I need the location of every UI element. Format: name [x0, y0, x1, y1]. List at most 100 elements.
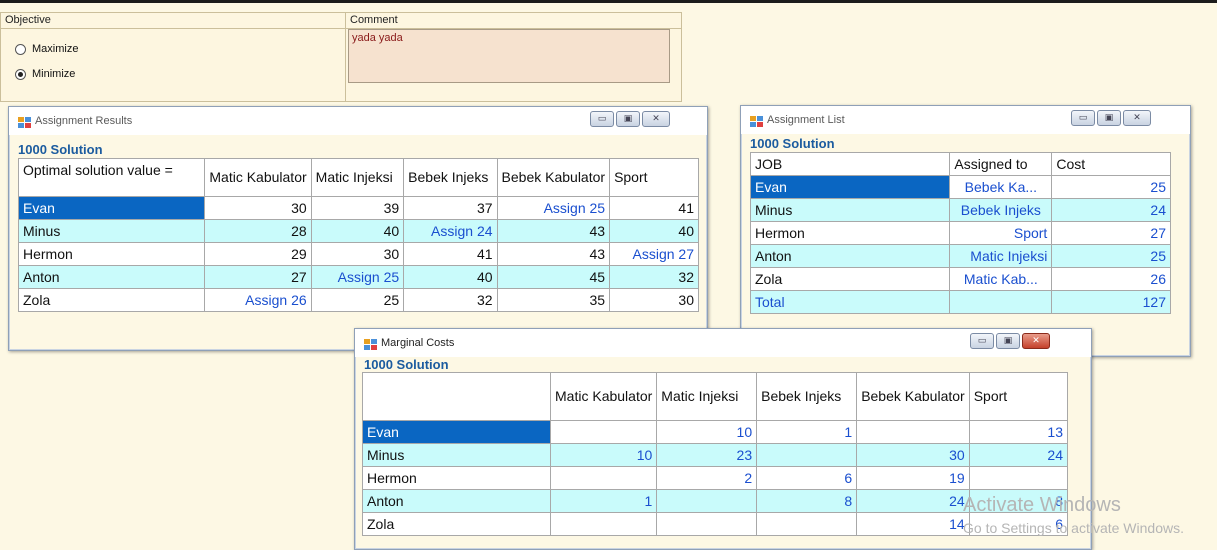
row-header[interactable]: Zola — [361, 512, 552, 536]
assigned-cell[interactable]: Bebek Injeks — [949, 198, 1053, 222]
minimize-radio[interactable] — [15, 68, 26, 80]
column-header[interactable]: Matic Injeksi — [656, 372, 758, 421]
table-cell[interactable] — [856, 420, 970, 444]
row-header[interactable]: Evan — [361, 420, 552, 444]
table-cell[interactable]: 23 — [656, 443, 758, 467]
table-cell[interactable]: 40 — [310, 219, 405, 243]
cost-cell[interactable]: 24 — [1051, 198, 1171, 222]
column-header[interactable]: Matic Kabulator — [204, 158, 312, 197]
table-cell[interactable]: 30 — [856, 443, 970, 467]
row-header[interactable]: Hermon — [17, 242, 206, 266]
column-header[interactable]: Bebek Kabulator — [856, 372, 970, 421]
table-cell[interactable] — [656, 512, 758, 536]
table-cell[interactable]: 19 — [856, 466, 970, 490]
table-cell[interactable]: 32 — [609, 265, 699, 289]
assign-cell[interactable]: Assign 24 — [403, 219, 498, 243]
minimize-button[interactable]: ▭ — [590, 111, 614, 127]
table-cell[interactable] — [550, 512, 658, 536]
marginal-costs-titlebar[interactable]: Marginal Costs ▭ ▣ ✕ — [355, 329, 1091, 357]
assigned-cell[interactable]: Matic Injeksi — [949, 244, 1053, 268]
cost-cell[interactable]: 25 — [1051, 175, 1171, 199]
assigned-cell[interactable]: Matic Kab... — [949, 267, 1053, 291]
table-cell[interactable]: 14 — [856, 512, 970, 536]
column-header[interactable]: Bebek Kabulator — [496, 158, 611, 197]
minimize-option[interactable]: Minimize — [15, 68, 75, 80]
close-button[interactable]: ✕ — [642, 111, 670, 127]
minimize-button[interactable]: ▭ — [970, 333, 994, 349]
column-header[interactable]: Matic Kabulator — [550, 372, 658, 421]
job-cell[interactable]: Hermon — [749, 221, 951, 245]
table-cell[interactable] — [968, 466, 1069, 490]
minimize-button[interactable]: ▭ — [1071, 110, 1095, 126]
job-cell[interactable]: Evan — [749, 175, 951, 199]
column-header[interactable]: Bebek Injeks — [403, 158, 498, 197]
table-cell[interactable]: 24 — [968, 443, 1069, 467]
table-cell[interactable]: 40 — [609, 219, 699, 243]
row-header[interactable]: Minus — [17, 219, 206, 243]
table-cell[interactable] — [550, 420, 658, 444]
job-cell[interactable]: Zola — [749, 267, 951, 291]
maximize-button[interactable]: ▣ — [616, 111, 640, 127]
row-header[interactable]: Anton — [17, 265, 206, 289]
table-cell[interactable]: 41 — [609, 196, 699, 220]
table-cell[interactable] — [550, 466, 658, 490]
table-cell[interactable]: 13 — [968, 420, 1069, 444]
row-header[interactable]: Hermon — [361, 466, 552, 490]
close-button[interactable]: ✕ — [1123, 110, 1151, 126]
row-header[interactable]: Zola — [17, 288, 206, 312]
table-cell[interactable]: 43 — [496, 242, 611, 266]
table-cell[interactable]: 25 — [310, 288, 405, 312]
table-cell[interactable]: 32 — [403, 288, 498, 312]
column-header[interactable]: Cost — [1051, 152, 1171, 176]
job-cell[interactable]: Minus — [749, 198, 951, 222]
table-cell[interactable]: 40 — [403, 265, 498, 289]
table-cell[interactable]: 41 — [403, 242, 498, 266]
table-cell[interactable]: 37 — [403, 196, 498, 220]
table-cell[interactable]: 39 — [310, 196, 405, 220]
table-cell[interactable]: 2 — [656, 466, 758, 490]
row-header[interactable]: Evan — [17, 196, 206, 220]
table-cell[interactable]: 29 — [204, 242, 312, 266]
table-cell[interactable]: 10 — [656, 420, 758, 444]
job-cell[interactable]: Anton — [749, 244, 951, 268]
column-header[interactable]: Sport — [968, 372, 1069, 421]
table-cell[interactable]: 1 — [756, 420, 858, 444]
cost-cell[interactable]: 25 — [1051, 244, 1171, 268]
maximize-button[interactable]: ▣ — [996, 333, 1020, 349]
table-cell[interactable]: 28 — [204, 219, 312, 243]
assign-cell[interactable]: Assign 25 — [496, 196, 611, 220]
column-header[interactable]: Matic Injeksi — [310, 158, 405, 197]
assign-cell[interactable]: Assign 26 — [204, 288, 312, 312]
column-header[interactable]: Assigned to — [949, 152, 1053, 176]
table-cell[interactable]: 35 — [496, 288, 611, 312]
row-header[interactable]: Anton — [361, 489, 552, 513]
column-header[interactable]: Sport — [609, 158, 699, 197]
table-cell[interactable] — [656, 489, 758, 513]
column-header[interactable]: Bebek Injeks — [756, 372, 858, 421]
table-cell[interactable]: 30 — [204, 196, 312, 220]
assignment-list-titlebar[interactable]: Assignment List ▭ ▣ ✕ — [741, 106, 1190, 134]
comment-textarea[interactable]: yada yada — [348, 29, 670, 83]
table-cell[interactable] — [756, 443, 858, 467]
table-cell[interactable]: 30 — [609, 288, 699, 312]
table-cell[interactable]: 27 — [204, 265, 312, 289]
table-cell[interactable]: 43 — [496, 219, 611, 243]
total-cost[interactable]: 127 — [1051, 290, 1171, 314]
assign-cell[interactable]: Assign 25 — [310, 265, 405, 289]
table-cell[interactable]: 10 — [550, 443, 658, 467]
assigned-cell[interactable] — [949, 290, 1053, 314]
cost-cell[interactable]: 27 — [1051, 221, 1171, 245]
table-cell[interactable]: 30 — [310, 242, 405, 266]
assigned-cell[interactable]: Sport — [949, 221, 1053, 245]
maximize-option[interactable]: Maximize — [15, 43, 78, 55]
maximize-button[interactable]: ▣ — [1097, 110, 1121, 126]
maximize-radio[interactable] — [15, 43, 26, 55]
column-header[interactable]: JOB — [749, 152, 951, 176]
assign-cell[interactable]: Assign 27 — [609, 242, 699, 266]
table-cell[interactable]: 8 — [756, 489, 858, 513]
close-button[interactable]: ✕ — [1022, 333, 1050, 349]
table-cell[interactable]: 6 — [756, 466, 858, 490]
table-cell[interactable]: 45 — [496, 265, 611, 289]
total-label[interactable]: Total — [749, 290, 951, 314]
cost-cell[interactable]: 26 — [1051, 267, 1171, 291]
